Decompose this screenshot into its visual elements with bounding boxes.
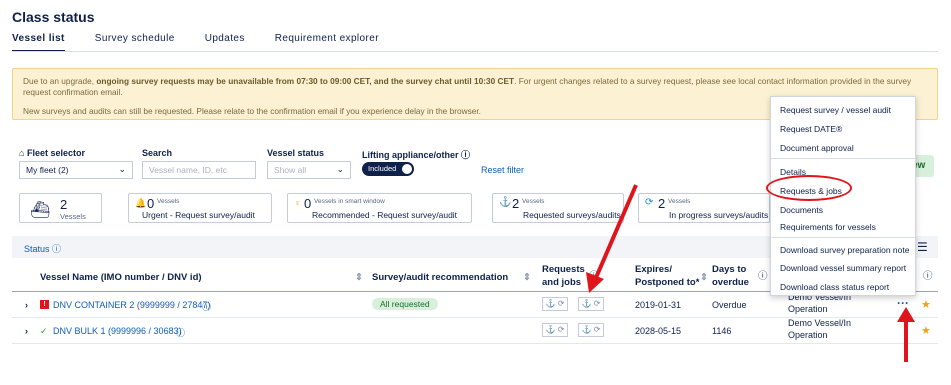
annotation-arrows bbox=[586, 184, 915, 362]
arrow-head-up bbox=[897, 307, 915, 322]
arrow-line-down bbox=[593, 184, 638, 281]
